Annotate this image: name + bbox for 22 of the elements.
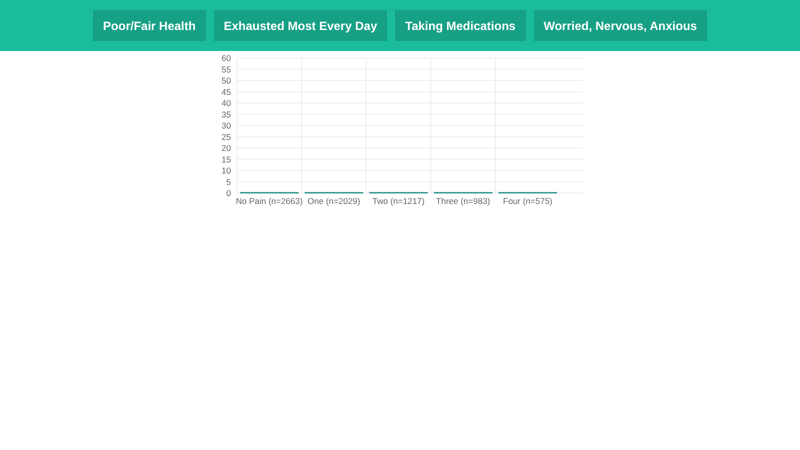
y-tick-label: 55: [222, 64, 231, 74]
x-axis-label: Three (n=983): [436, 196, 490, 206]
category-button[interactable]: Worried, Nervous, Anxious: [534, 10, 707, 41]
y-tick-label: 15: [222, 154, 231, 164]
category-button[interactable]: Exhausted Most Every Day: [214, 10, 388, 41]
y-tick-label: 40: [222, 98, 231, 108]
x-axis-label: Two (n=1217): [372, 196, 425, 206]
y-tick-label: 20: [222, 143, 231, 153]
category-button[interactable]: Taking Medications: [395, 10, 526, 41]
y-tick-label: 50: [222, 76, 231, 86]
x-axis-label: No Pain (n=2663): [236, 196, 303, 206]
x-axis-label: Four (n=575): [503, 196, 552, 206]
y-tick-label: 60: [222, 53, 231, 63]
y-tick-label: 0: [226, 188, 231, 198]
y-tick-label: 25: [222, 132, 231, 142]
y-tick-label: 30: [222, 120, 231, 130]
x-axis-label: One (n=2029): [308, 196, 360, 206]
y-tick-label: 10: [222, 166, 231, 176]
y-tick-label: 45: [222, 86, 231, 97]
category-button[interactable]: Poor/Fair Health: [93, 10, 206, 41]
y-tick-label: 35: [222, 109, 231, 120]
y-tick-label: 5: [226, 176, 231, 187]
